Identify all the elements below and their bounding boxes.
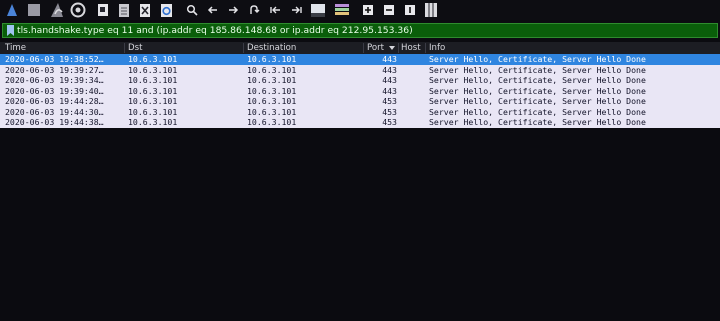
cell-destination: 10.6.3.101 [247,117,297,127]
normal-size-icon[interactable] [403,0,417,20]
cell-destination: 10.6.3.101 [247,106,297,117]
cell-time: 2020-06-03 19:39:40… [5,85,104,96]
cell-dst: 10.6.3.101 [128,85,178,96]
save-file-icon[interactable] [117,0,131,20]
go-forward-icon[interactable] [226,0,240,20]
column-port[interactable]: Port [367,42,384,54]
cell-info: Server Hello, Certificate, Server Hello … [429,96,646,106]
cell-host [401,54,425,65]
cell-info: Server Hello, Certificate, Server Hello … [429,117,646,127]
column-separator[interactable] [363,43,364,53]
packet-row[interactable]: 2020-06-03 19:39:40… 10.6.3.101 10.6.3.1… [0,85,720,97]
cell-port: 453 [382,106,397,117]
cell-destination: 10.6.3.101 [247,96,297,106]
open-file-icon[interactable] [96,0,110,20]
packet-list: 2020-06-03 19:38:52… 10.6.3.101 10.6.3.1… [0,54,720,128]
column-separator[interactable] [398,43,399,53]
cell-host [401,117,425,128]
start-capture-icon[interactable] [3,0,21,20]
cell-info: Server Hello, Certificate, Server Hello … [429,54,646,64]
cell-info: Server Hello, Certificate, Server Hello … [429,64,646,75]
go-back-icon[interactable] [206,0,220,20]
zoom-out-icon[interactable] [382,0,396,20]
column-time[interactable]: Time [5,42,26,54]
cell-port: 443 [382,75,397,85]
close-file-icon[interactable] [138,0,152,20]
cell-info: Server Hello, Certificate, Server Hello … [429,85,646,96]
cell-time: 2020-06-03 19:44:30… [5,106,104,117]
cell-port: 443 [382,64,397,75]
cell-host [401,86,425,97]
autoscroll-icon[interactable] [309,0,327,20]
column-separator[interactable] [124,43,125,53]
cell-host [401,65,425,76]
column-info[interactable]: Info [429,42,445,54]
cell-host [401,107,425,118]
cell-host [401,75,425,86]
capture-options-icon[interactable] [69,0,87,20]
packet-row[interactable]: 2020-06-03 19:44:30… 10.6.3.101 10.6.3.1… [0,106,720,118]
display-filter-bar[interactable]: tls.handshake.type eq 11 and (ip.addr eq… [2,23,718,38]
packet-row[interactable]: 2020-06-03 19:39:27… 10.6.3.101 10.6.3.1… [0,64,720,76]
packet-row[interactable]: 2020-06-03 19:39:34… 10.6.3.101 10.6.3.1… [0,75,720,86]
reload-file-icon[interactable] [159,0,173,20]
cell-time: 2020-06-03 19:44:38… [5,117,104,127]
cell-dst: 10.6.3.101 [128,96,178,106]
colorize-icon[interactable] [333,0,351,20]
find-packet-icon[interactable] [185,0,199,20]
column-dst[interactable]: Dst [128,42,142,54]
bookmark-icon[interactable] [5,25,16,36]
main-toolbar [0,0,720,20]
column-separator[interactable] [425,43,426,53]
cell-time: 2020-06-03 19:39:34… [5,75,104,85]
last-packet-icon[interactable] [289,0,303,20]
cell-destination: 10.6.3.101 [247,75,297,85]
cell-dst: 10.6.3.101 [128,64,178,75]
go-to-packet-icon[interactable] [247,0,261,20]
cell-dst: 10.6.3.101 [128,54,178,64]
cell-dst: 10.6.3.101 [128,106,178,117]
packet-row[interactable]: 2020-06-03 19:44:38… 10.6.3.101 10.6.3.1… [0,117,720,128]
cell-time: 2020-06-03 19:44:28… [5,96,104,106]
zoom-in-icon[interactable] [361,0,375,20]
restart-capture-icon[interactable] [48,0,66,20]
first-packet-icon[interactable] [268,0,282,20]
cell-port: 443 [382,85,397,96]
column-separator[interactable] [243,43,244,53]
packet-row[interactable]: 2020-06-03 19:44:28… 10.6.3.101 10.6.3.1… [0,96,720,107]
cell-port: 453 [382,117,397,127]
cell-time: 2020-06-03 19:39:27… [5,64,104,75]
cell-port: 453 [382,96,397,106]
cell-info: Server Hello, Certificate, Server Hello … [429,75,646,85]
stop-capture-icon[interactable] [25,0,43,20]
cell-host [401,96,425,107]
resize-columns-icon[interactable] [424,0,438,20]
cell-port: 443 [382,54,397,64]
cell-info: Server Hello, Certificate, Server Hello … [429,106,646,117]
cell-destination: 10.6.3.101 [247,54,297,64]
cell-destination: 10.6.3.101 [247,64,297,75]
cell-dst: 10.6.3.101 [128,75,178,85]
cell-destination: 10.6.3.101 [247,85,297,96]
column-host[interactable]: Host [401,42,421,54]
cell-time: 2020-06-03 19:38:52… [5,54,104,64]
packet-list-empty-area [0,130,720,321]
column-destination[interactable]: Destination [247,42,296,54]
packet-row[interactable]: 2020-06-03 19:38:52… 10.6.3.101 10.6.3.1… [0,54,720,65]
cell-dst: 10.6.3.101 [128,117,178,127]
sort-descending-icon [389,46,395,50]
display-filter-input[interactable]: tls.handshake.type eq 11 and (ip.addr eq… [17,24,413,37]
